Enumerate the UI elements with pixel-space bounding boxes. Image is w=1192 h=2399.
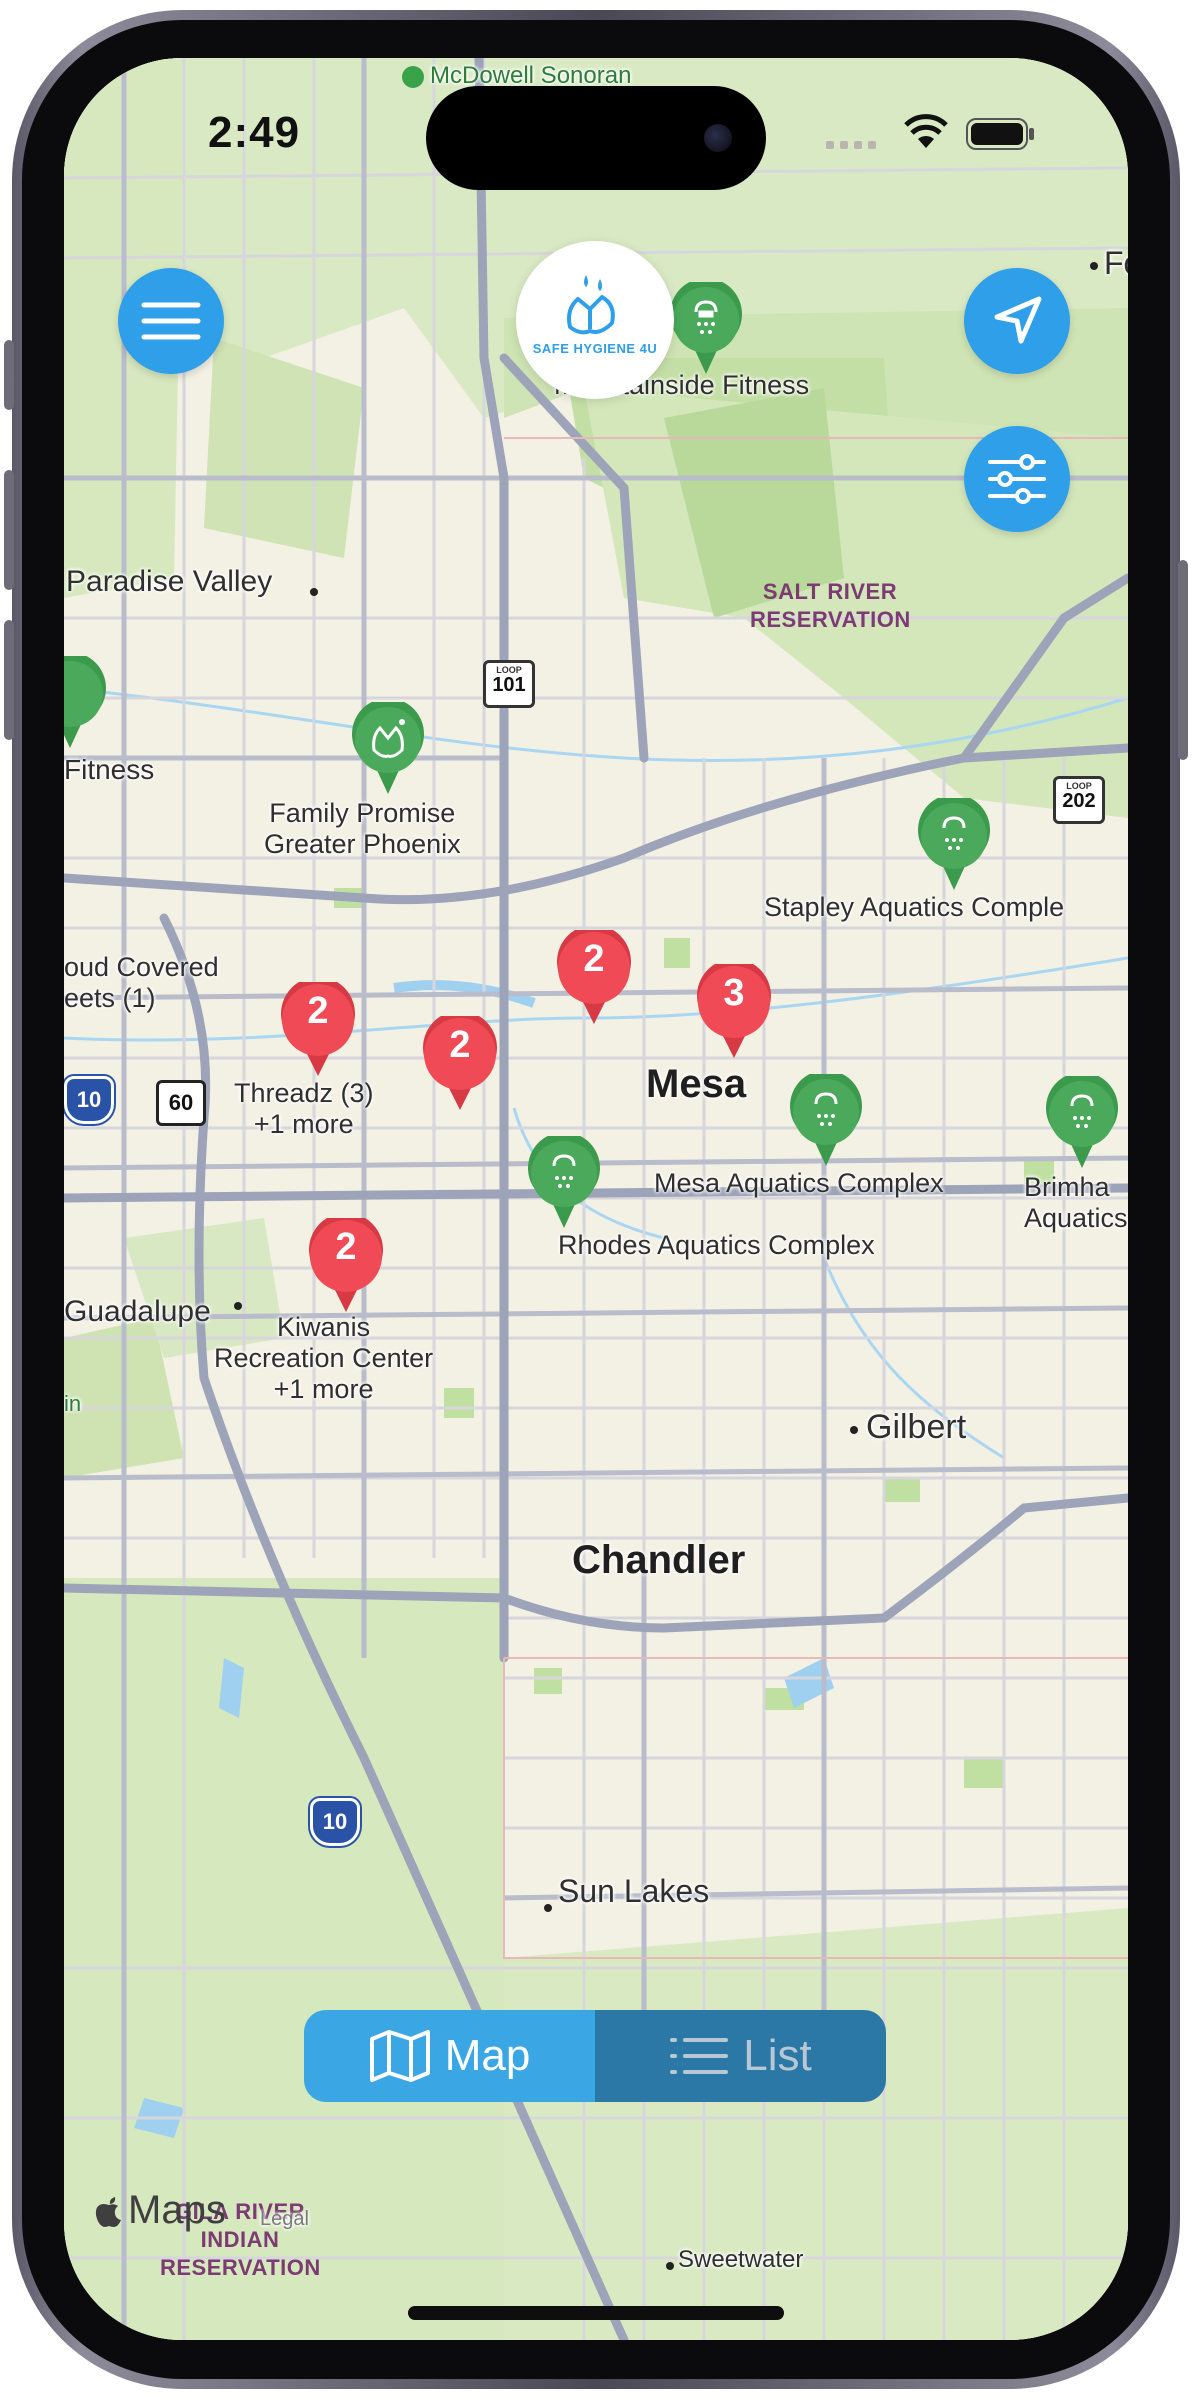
- family-promise-label: Family Promise Greater Phoenix: [264, 798, 461, 859]
- gilbert-dot: [850, 1426, 858, 1434]
- fo-label: Fo: [1090, 247, 1128, 279]
- view-toggle[interactable]: Map List: [304, 2010, 886, 2102]
- apple-maps-credit[interactable]: Maps: [94, 2188, 226, 2233]
- pin-cluster-kiwanis[interactable]: 2: [306, 1218, 386, 1314]
- gilbert-label: Gilbert: [866, 1408, 967, 1446]
- paradise-valley-dot: [310, 588, 318, 596]
- hamburger-menu-icon: [141, 302, 201, 340]
- silent-switch: [4, 340, 14, 410]
- sun-lakes-dot: [544, 1904, 552, 1912]
- sun-lakes-label: Sun Lakes: [558, 1873, 710, 1909]
- washing-hands-icon: [567, 275, 615, 335]
- chandler-label: Chandler: [572, 1538, 746, 1582]
- cluster-count: 2: [335, 1226, 357, 1268]
- pin-cluster-central[interactable]: 2: [420, 1016, 500, 1112]
- mesa-label: Mesa: [646, 1062, 747, 1106]
- power-button: [1178, 560, 1188, 760]
- loop-101-shield: LOOP 101: [483, 660, 535, 708]
- list-icon: [670, 2038, 729, 2074]
- threadz-label: Threadz (3) +1 more: [234, 1078, 374, 1139]
- park-dot-icon: [402, 65, 424, 88]
- app-logo: SAFE HYGIENE 4U: [516, 241, 674, 399]
- cluster-count: 2: [307, 990, 329, 1032]
- volume-up-button: [4, 470, 14, 590]
- guadalupe-dot: [234, 1302, 242, 1310]
- stapley-aquatics-label: Stapley Aquatics Comple: [764, 892, 1065, 922]
- menu-button[interactable]: [118, 268, 224, 374]
- loop-202-shield: LOOP 202: [1053, 776, 1105, 824]
- rhodes-aquatics-label: Rhodes Aquatics Complex: [558, 1230, 875, 1260]
- apple-logo-icon: [95, 2196, 121, 2227]
- location-arrow-icon: [994, 296, 1042, 344]
- list-tab-label: List: [743, 2031, 812, 2080]
- sliders-icon: [988, 454, 1046, 504]
- guadalupe-label: Guadalupe: [64, 1295, 211, 1328]
- kiwanis-label: Kiwanis Recreation Center +1 more: [214, 1312, 434, 1404]
- pin-cluster-mesa[interactable]: 3: [694, 964, 774, 1060]
- cellular-signal-icon: [826, 138, 882, 156]
- us60-shield: 60: [156, 1080, 206, 1126]
- wifi-icon: [904, 114, 948, 155]
- i10-shield-south: 10: [310, 1798, 360, 1846]
- sweetwater-dot: [666, 2262, 674, 2270]
- fitness-left-label: Fitness: [64, 754, 155, 785]
- legal-link[interactable]: Legal: [260, 2204, 309, 2235]
- home-indicator[interactable]: [408, 2306, 784, 2320]
- map-tab-label: Map: [444, 2031, 531, 2080]
- pin-family-promise[interactable]: [348, 698, 428, 798]
- list-tab[interactable]: List: [595, 2010, 886, 2102]
- brimhall-aquatics-label: BrimhaAquatics Co: [1024, 1172, 1128, 1233]
- pin-cluster-north-mesa[interactable]: 2: [554, 930, 634, 1026]
- paradise-valley-label: Paradise Valley: [66, 565, 273, 598]
- i10-shield-west: 10: [64, 1076, 114, 1124]
- map-icon: [369, 2030, 430, 2082]
- pin-rhodes-aquatics[interactable]: [524, 1132, 604, 1232]
- maps-credit-text: Maps: [128, 2188, 226, 2232]
- locate-me-button[interactable]: [964, 268, 1070, 374]
- cluster-count: 2: [449, 1024, 471, 1066]
- screen: LOOP 101 LOOP 202 10 60 10 SALT RIVER RES…: [64, 58, 1128, 2340]
- cluster-count: 2: [583, 938, 605, 980]
- pin-mountainside-fitness[interactable]: [666, 278, 746, 378]
- filter-button[interactable]: [964, 426, 1070, 532]
- pin-mesa-aquatics[interactable]: [786, 1070, 866, 1170]
- dynamic-island: [426, 86, 766, 190]
- pin-brimhall-aquatics[interactable]: [1042, 1072, 1122, 1172]
- edge-park-label: in: [64, 1391, 82, 1416]
- pin-fitness-left[interactable]: [64, 652, 110, 752]
- salt-river-reservation-label: SALT RIVER RESERVATION: [750, 579, 911, 632]
- volume-down-button: [4, 620, 14, 740]
- cloud-covered-label: oud Covered eets (1): [64, 952, 219, 1013]
- status-time: 2:49: [208, 108, 301, 157]
- sweetwater-label: Sweetwater: [678, 2246, 804, 2273]
- battery-icon: [966, 118, 1036, 155]
- pin-stapley-aquatics[interactable]: [914, 794, 994, 894]
- map-tab[interactable]: Map: [304, 2010, 595, 2102]
- cluster-count: 3: [723, 972, 745, 1014]
- mesa-aquatics-label: Mesa Aquatics Complex: [654, 1168, 944, 1198]
- app-logo-text: SAFE HYGIENE 4U: [532, 341, 658, 356]
- camera-icon: [704, 124, 732, 152]
- pin-cluster-threadz[interactable]: 2: [278, 982, 358, 1078]
